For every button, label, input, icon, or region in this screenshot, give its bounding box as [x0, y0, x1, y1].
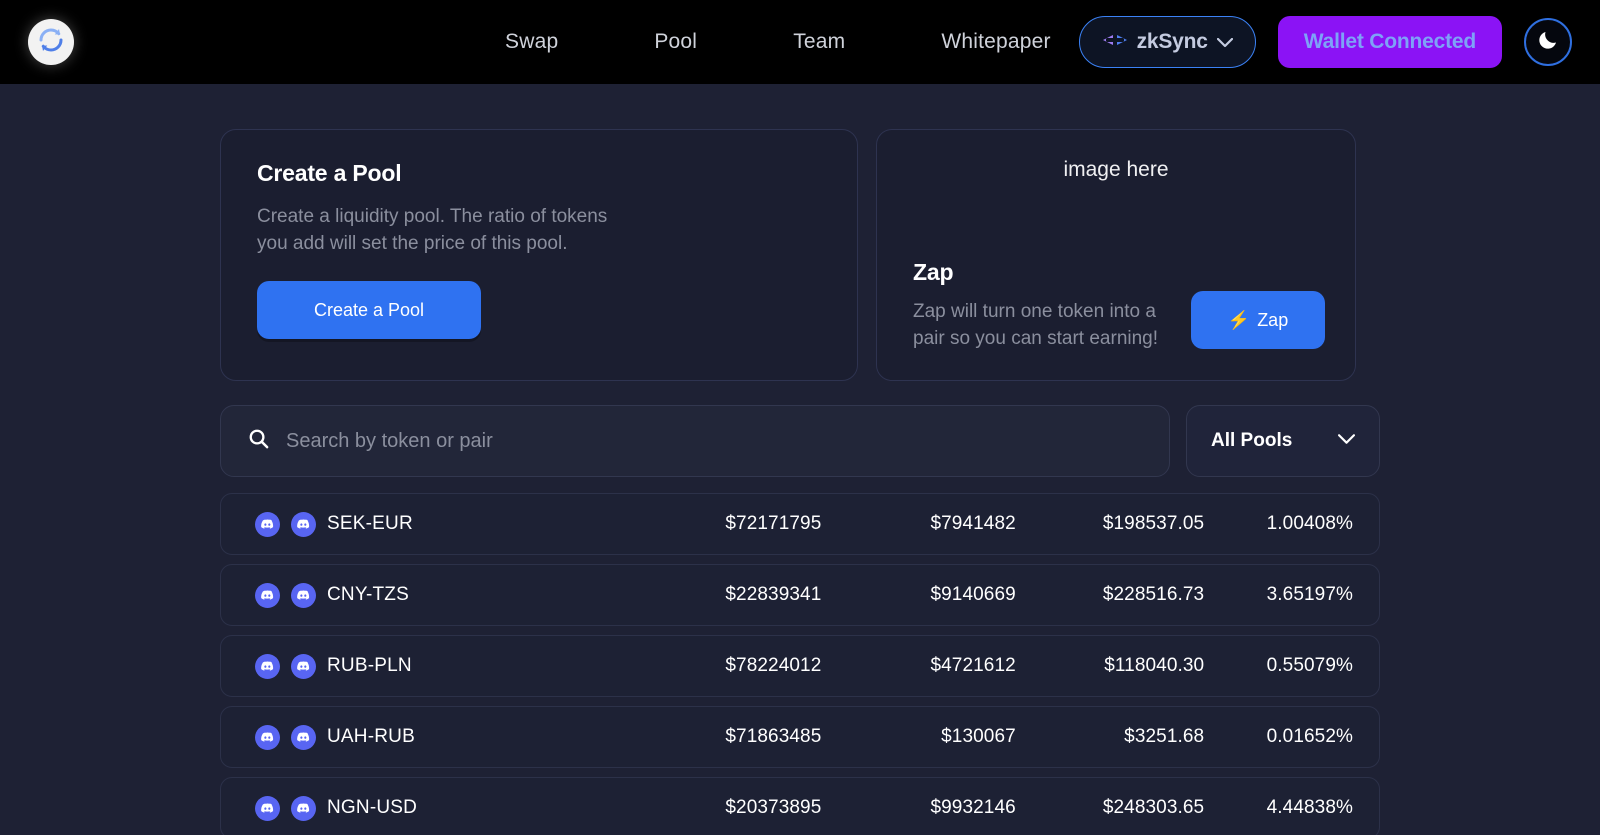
- pool-liquidity-value: $72171795: [725, 513, 822, 534]
- pool-apr-value: 4.44838%: [1266, 797, 1353, 818]
- create-pool-title: Create a Pool: [257, 160, 402, 186]
- discord-icon: [255, 653, 280, 679]
- pool-fees-value: $228516.73: [1102, 584, 1205, 605]
- header-actions: zkSync Wallet Connected: [1078, 16, 1572, 68]
- search-filter-row: All Pools: [220, 405, 1380, 477]
- token-pair-icons: [255, 653, 327, 679]
- discord-icon: [255, 582, 280, 608]
- token-pair-icons: [255, 724, 327, 750]
- chevron-down-icon: [1338, 432, 1355, 450]
- bridge-arrows-icon: [1102, 32, 1128, 53]
- pool-row[interactable]: RUB-PLN $78224012 $4721612 $118040.30 0.5507…: [220, 635, 1380, 697]
- pool-pair-name: NGN-USD: [327, 797, 418, 818]
- pool-pair-name: RUB-PLN: [327, 655, 412, 676]
- create-pool-description: Create a liquidity pool. The ratio of to…: [257, 206, 608, 254]
- pool-apr-value: 3.65197%: [1266, 584, 1353, 605]
- search-icon: [247, 427, 270, 455]
- pool-volume-value: $9932146: [930, 797, 1016, 818]
- lightning-bolt-icon: ⚡: [1227, 309, 1251, 330]
- nav-item-whitepaper[interactable]: Whitepaper: [941, 30, 1050, 54]
- pool-filter-label: All Pools: [1211, 430, 1293, 451]
- discord-icon: [291, 653, 316, 679]
- pool-fees-value: $198537.05: [1102, 513, 1205, 534]
- pool-liquidity-value: $22839341: [725, 584, 822, 605]
- pool-pair-name: UAH-RUB: [327, 726, 415, 747]
- main-content: Create a Pool Create a liquidity pool. T…: [0, 84, 1600, 835]
- zap-button[interactable]: ⚡ Zap: [1191, 291, 1325, 349]
- main-navigation: Swap Pool Team Whitepaper: [505, 0, 1051, 84]
- pool-volume-value: $130067: [941, 726, 1016, 747]
- nav-item-team[interactable]: Team: [793, 30, 845, 54]
- create-pool-button[interactable]: Create a Pool: [257, 281, 481, 339]
- search-input[interactable]: [286, 429, 1143, 453]
- pool-apr-value: 0.01652%: [1266, 726, 1353, 747]
- zap-image-placeholder: image here: [1063, 158, 1169, 181]
- chain-selector-label: zkSync: [1136, 30, 1208, 53]
- zap-title: Zap: [913, 259, 954, 285]
- pool-row[interactable]: UAH-RUB $71863485 $130067 $3251.68 0.01652%: [220, 706, 1380, 768]
- create-pool-card: Create a Pool Create a liquidity pool. T…: [220, 129, 858, 381]
- search-container[interactable]: [220, 405, 1170, 477]
- pool-row[interactable]: NGN-USD $20373895 $9932146 $248303.65 4.4483…: [220, 777, 1380, 835]
- pool-pair-name: SEK-EUR: [327, 513, 413, 534]
- chain-selector-button[interactable]: zkSync: [1078, 16, 1256, 68]
- top-cards-row: Create a Pool Create a liquidity pool. T…: [220, 84, 1380, 381]
- pool-filter-dropdown[interactable]: All Pools: [1186, 405, 1380, 477]
- zap-button-label: Zap: [1257, 309, 1289, 330]
- zap-card: image here Zap Zap will turn one token i…: [876, 129, 1356, 381]
- app-logo[interactable]: [28, 19, 74, 65]
- refresh-circle-icon: [36, 25, 66, 60]
- app-header: Swap Pool Team Whitepaper zkSync Wallet …: [0, 0, 1600, 84]
- theme-toggle-button[interactable]: [1524, 18, 1572, 66]
- pool-fees-value: $118040.30: [1104, 655, 1205, 676]
- pool-fees-value: $248303.65: [1102, 797, 1205, 818]
- moon-icon: [1536, 28, 1560, 57]
- pool-row[interactable]: SEK-EUR $72171795 $7941482 $198537.05 1.0040…: [220, 493, 1380, 555]
- discord-icon: [255, 511, 280, 537]
- pool-volume-value: $7941482: [930, 513, 1016, 534]
- pool-apr-value: 1.00408%: [1266, 513, 1353, 534]
- pool-fees-value: $3251.68: [1124, 726, 1205, 747]
- discord-icon: [255, 795, 280, 821]
- pool-list: SEK-EUR $72171795 $7941482 $198537.05 1.0040…: [220, 493, 1380, 835]
- pool-liquidity-value: $71863485: [725, 726, 822, 747]
- pool-row[interactable]: CNY-TZS $22839341 $9140669 $228516.73 3.6519…: [220, 564, 1380, 626]
- discord-icon: [291, 582, 316, 608]
- nav-item-swap[interactable]: Swap: [505, 30, 558, 54]
- pool-liquidity-value: $78224012: [725, 655, 822, 676]
- zap-description: Zap will turn one token into a pair so y…: [913, 301, 1159, 349]
- chevron-down-icon: [1216, 34, 1233, 51]
- discord-icon: [291, 511, 316, 537]
- token-pair-icons: [255, 511, 327, 537]
- pool-volume-value: $4721612: [930, 655, 1016, 676]
- token-pair-icons: [255, 582, 327, 608]
- discord-icon: [255, 724, 280, 750]
- discord-icon: [291, 795, 316, 821]
- pool-volume-value: $9140669: [930, 584, 1016, 605]
- pool-pair-name: CNY-TZS: [327, 584, 409, 605]
- wallet-connected-button[interactable]: Wallet Connected: [1277, 16, 1502, 68]
- discord-icon: [291, 724, 316, 750]
- token-pair-icons: [255, 795, 327, 821]
- nav-item-pool[interactable]: Pool: [654, 30, 697, 54]
- pool-apr-value: 0.55079%: [1266, 655, 1353, 676]
- pool-liquidity-value: $20373895: [725, 797, 822, 818]
